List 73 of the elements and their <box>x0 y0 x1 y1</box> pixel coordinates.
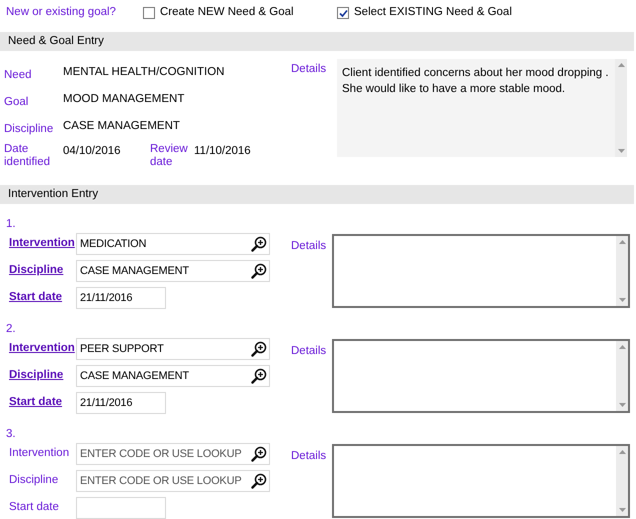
checkbox-label[interactable]: Select EXISTING Need & Goal <box>354 4 512 22</box>
scroll-up-icon[interactable] <box>618 345 626 349</box>
scroll-down-icon[interactable] <box>618 403 626 407</box>
field-label: Discipline <box>3 122 54 137</box>
lookup-field[interactable]: ENTER CODE OR USE LOOKUP <box>76 443 270 465</box>
item-number: 1. <box>5 217 17 232</box>
zoom-in-icon[interactable] <box>251 473 267 489</box>
field-link[interactable]: Intervention <box>0 340 76 358</box>
field-label: Need <box>3 68 32 83</box>
field-value: 21/11/2016 <box>80 290 134 306</box>
scroll-down-icon[interactable] <box>618 149 624 153</box>
field-value: 11/10/2016 <box>194 144 251 159</box>
field-link[interactable]: Discipline <box>0 262 76 280</box>
field-label: Discipline <box>8 473 60 488</box>
field-link[interactable]: Intervention <box>0 235 76 253</box>
details-box[interactable] <box>332 339 630 413</box>
field-link[interactable]: Discipline <box>0 367 76 385</box>
zoom-in-icon[interactable] <box>251 236 267 252</box>
field-value: 04/10/2016 <box>63 144 122 159</box>
details-label: Details <box>290 449 328 464</box>
item-number: 3. <box>5 427 17 442</box>
date-field[interactable]: 21/11/2016 <box>76 287 166 309</box>
field-value: 21/11/2016 <box>80 396 134 411</box>
item-number: 2. <box>5 322 17 337</box>
lookup-field[interactable]: CASE MANAGEMENT <box>76 260 270 282</box>
details-label: Details <box>290 239 328 254</box>
field-link[interactable]: Start date <box>0 394 76 412</box>
lookup-field[interactable]: ENTER CODE OR USE LOOKUP <box>76 470 270 492</box>
zoom-in-icon[interactable] <box>251 263 267 279</box>
section-header: Need & Goal Entry <box>0 32 634 51</box>
details-label: Details <box>290 62 328 77</box>
field-label: Date identified <box>3 143 52 169</box>
field-value: MOOD MANAGEMENT <box>63 92 184 107</box>
zoom-in-icon[interactable] <box>251 368 267 384</box>
scrollbar[interactable] <box>615 59 627 157</box>
scroll-down-icon[interactable] <box>618 508 626 512</box>
checkbox-label[interactable]: Create NEW Need & Goal <box>160 4 294 22</box>
date-field[interactable] <box>76 497 166 519</box>
field-value: MENTAL HEALTH/COGNITION <box>63 64 224 80</box>
scroll-up-icon[interactable] <box>618 450 626 454</box>
checkbox[interactable] <box>337 7 349 19</box>
details-text: Client identified concerns about her mood dropping . She would like to have a more stable mood. <box>341 66 610 97</box>
details-box[interactable] <box>332 234 630 308</box>
date-field[interactable]: 21/11/2016 <box>76 392 166 414</box>
field-label: Review date <box>150 143 189 169</box>
field-placeholder: ENTER CODE OR USE LOOKUP <box>80 474 242 489</box>
scroll-down-icon[interactable] <box>618 298 626 302</box>
scrollbar[interactable] <box>616 446 628 516</box>
field-value: CASE MANAGEMENT <box>80 368 190 384</box>
scroll-up-icon[interactable] <box>618 63 624 67</box>
section-header: Intervention Entry <box>0 185 634 204</box>
field-label: Start date <box>8 500 60 516</box>
field-value: PEER SUPPORT <box>80 342 165 357</box>
scrollbar[interactable] <box>616 236 628 306</box>
zoom-in-icon[interactable] <box>251 341 267 357</box>
details-label: Details <box>290 344 328 359</box>
field-link[interactable]: Start date <box>0 289 76 307</box>
field-label: Goal <box>3 94 30 110</box>
field-placeholder: ENTER CODE OR USE LOOKUP <box>80 446 242 462</box>
field-value: CASE MANAGEMENT <box>63 118 180 134</box>
lookup-field[interactable]: MEDICATION <box>76 233 270 255</box>
question-label: New or existing goal? <box>6 5 117 20</box>
details-box[interactable] <box>332 444 630 518</box>
scroll-up-icon[interactable] <box>618 240 626 244</box>
zoom-in-icon[interactable] <box>251 446 267 462</box>
lookup-field[interactable]: CASE MANAGEMENT <box>76 365 270 387</box>
details-box[interactable]: Client identified concerns about her mood dropping . She would like to have a more stable mood. <box>337 59 627 157</box>
lookup-field[interactable]: PEER SUPPORT <box>76 338 270 360</box>
field-label: Intervention <box>8 446 70 462</box>
field-value: CASE MANAGEMENT <box>80 264 190 279</box>
scrollbar[interactable] <box>616 341 628 411</box>
field-value: MEDICATION <box>80 236 148 252</box>
checkbox[interactable] <box>143 7 155 19</box>
